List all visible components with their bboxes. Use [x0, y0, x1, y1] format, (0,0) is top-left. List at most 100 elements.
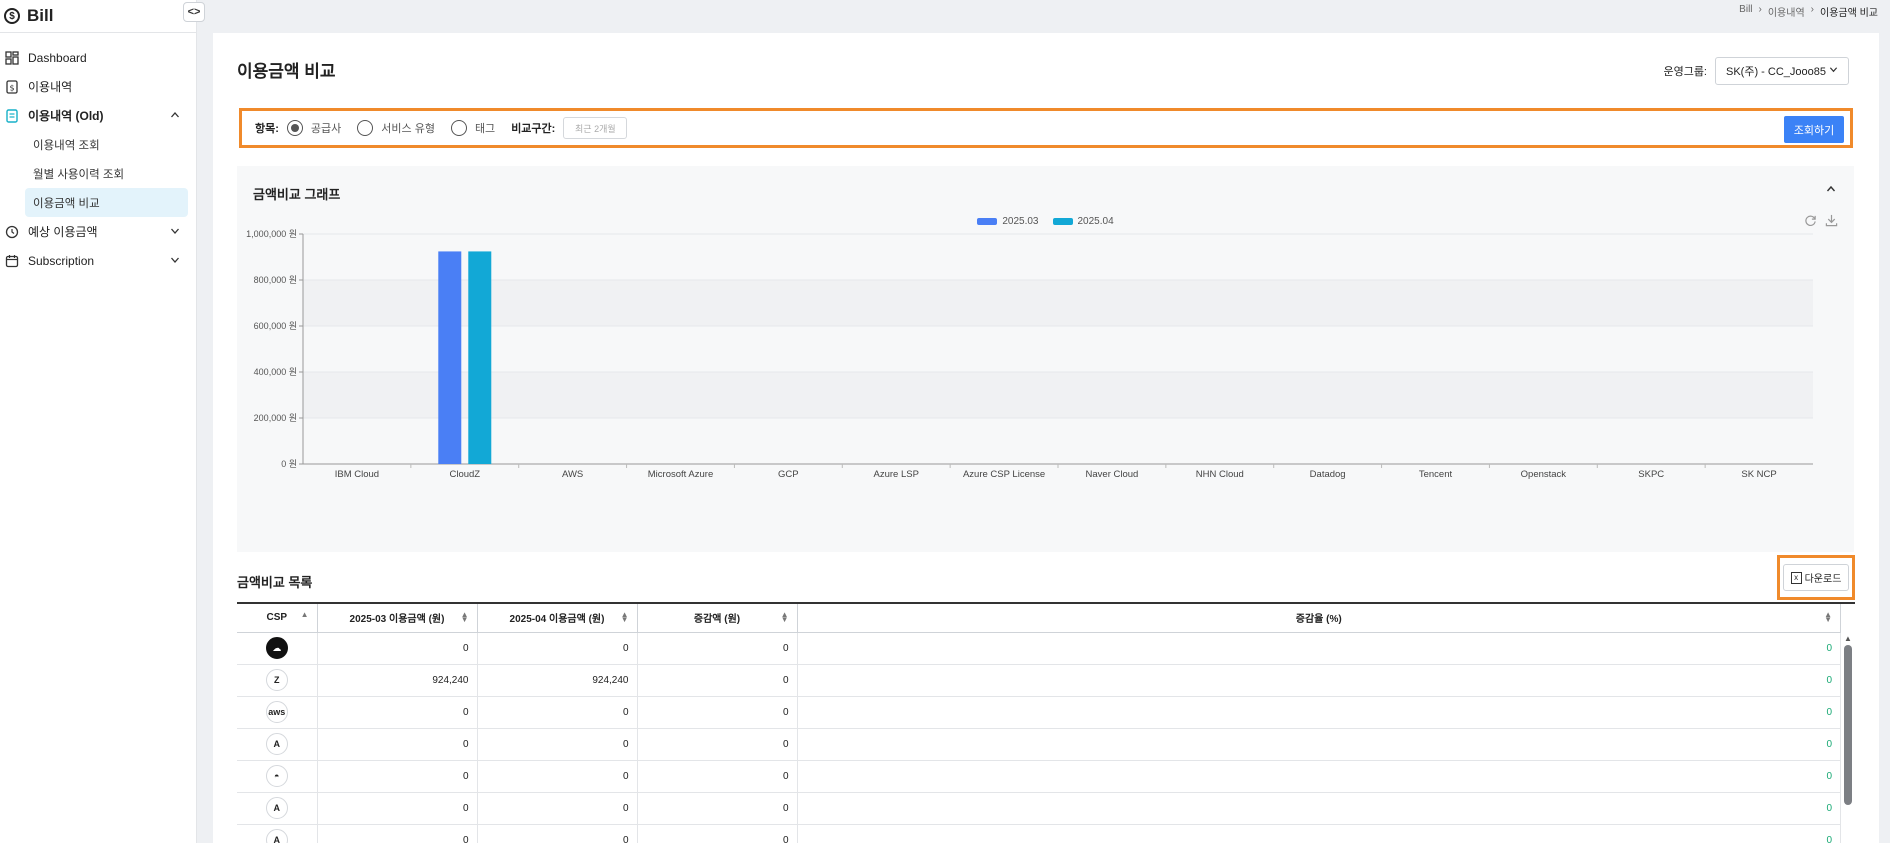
csp-cell: aws [237, 696, 318, 729]
chart-legend: 2025.03 2025.04 [237, 216, 1854, 227]
bar-2025-03[interactable] [438, 251, 462, 464]
radio-provider[interactable]: 공급사 [286, 120, 341, 136]
table-row[interactable]: ◓ 0 0 0 0 [237, 760, 1841, 793]
table-row[interactable]: A0000 [237, 728, 1841, 761]
column-header-diff[interactable]: 증감액 (원) ▲ ▼ [637, 604, 798, 633]
y-tick-label: 1,000,000 원 [246, 229, 297, 239]
scrollbar-thumb[interactable] [1844, 645, 1852, 805]
breadcrumb-item[interactable]: Bill [1739, 4, 1752, 19]
breadcrumb-current: 이용금액 비교 [1820, 8, 1878, 19]
sort-icon: ▲ ▼ [780, 610, 789, 624]
column-header-curr[interactable]: 2025-04 이용금액 (원) ▲ ▼ [477, 604, 638, 633]
radio-label: 서비스 유형 [381, 123, 435, 135]
group-select[interactable]: SK(주) - CC_Jooo85 [1715, 57, 1849, 85]
sidebar-item-usage[interactable]: $ 이용내역 [0, 72, 196, 101]
receipt-icon: $ [4, 79, 20, 95]
curr-amount-cell: 0 [477, 632, 638, 665]
sidebar-toggle-icon[interactable]: <> [183, 2, 205, 22]
column-header-label: 2025-04 이용금액 (원) [509, 614, 605, 626]
legend-item[interactable]: 2025.03 [977, 216, 1039, 227]
download-icon[interactable] [1825, 214, 1838, 232]
radio-service-type[interactable]: 서비스 유형 [357, 120, 435, 136]
diff-cell: 0 [637, 632, 798, 665]
sidebar-item-forecast[interactable]: 예상 이용금액 [0, 217, 196, 246]
group-select-value: SK(주) - CC_Jooo85 [1726, 66, 1826, 78]
main-panel: 이용금액 비교 운영그룹: SK(주) - CC_Jooo85 항목: 공급사 … [213, 33, 1879, 843]
legend-item[interactable]: 2025.04 [1052, 216, 1114, 227]
sidebar-item-subscription[interactable]: Subscription [0, 246, 196, 275]
refresh-icon[interactable] [1804, 214, 1817, 232]
excel-download-button[interactable]: x 다운로드 [1783, 564, 1849, 591]
diff-cell: 0 [637, 760, 798, 793]
diff-cell: 0 [637, 664, 798, 697]
x-tick-label: NHN Cloud [1196, 469, 1244, 480]
x-tick-label: Microsoft Azure [648, 469, 713, 480]
csp-cell: Z [237, 664, 318, 697]
table-row[interactable]: Z 924,240 924,240 0 0 [237, 664, 1841, 697]
grid-band [303, 280, 1813, 326]
sidebar-item-label: 예상 이용금액 [28, 225, 98, 239]
table-row[interactable]: aws 0 0 0 0 [237, 696, 1841, 729]
sidebar-item-label: Subscription [28, 253, 95, 268]
clock-icon [4, 224, 20, 240]
curr-amount-cell: 0 [477, 824, 638, 843]
x-tick-label: AWS [562, 469, 583, 480]
range-input[interactable]: 최근 2개월 [563, 117, 628, 139]
sort-asc-icon: ▲ [300, 610, 309, 619]
bar-2025-04[interactable] [468, 251, 492, 464]
ibm-cloud-icon: ☁ [265, 637, 288, 659]
sidebar-item-label: 이용내역 (Old) [28, 109, 104, 123]
azure-csp-icon: A [265, 829, 288, 843]
calendar-icon [4, 253, 20, 269]
y-tick-label: 200,000 원 [254, 413, 297, 423]
rate-cell: 0 [797, 696, 1841, 729]
search-button[interactable]: 조회하기 [1784, 116, 1844, 143]
sidebar-subitem-usage-search[interactable]: 이용내역 조회 [0, 130, 196, 159]
bill-logo-icon: $ [4, 8, 20, 24]
sidebar-subitem-monthly-history[interactable]: 월별 사용이력 조회 [0, 159, 196, 188]
azure-lsp-icon: A [265, 797, 288, 819]
column-header-rate[interactable]: 증감율 (%) ▲ ▼ [797, 604, 1841, 633]
item-label: 항목: [255, 123, 279, 135]
chart-title: 금액비교 그래프 [253, 187, 341, 202]
gcp-icon: ◓ [265, 765, 288, 787]
scroll-up-icon[interactable]: ▲ [1843, 634, 1853, 643]
download-label: 다운로드 [1804, 574, 1842, 585]
chevron-down-icon [1829, 65, 1838, 77]
sidebar-subitem-compare[interactable]: 이용금액 비교 [25, 188, 188, 217]
column-header-label: 증감율 (%) [1295, 614, 1342, 626]
breadcrumb-item[interactable]: 이용내역 [1768, 4, 1805, 19]
prev-amount-cell: 924,240 [317, 664, 478, 697]
breadcrumb-separator-icon: › [1758, 4, 1762, 15]
column-header-prev[interactable]: 2025-03 이용금액 (원) ▲ ▼ [317, 604, 478, 633]
radio-tag[interactable]: 태그 [450, 120, 495, 136]
prev-amount-cell: 0 [317, 632, 478, 665]
table-row[interactable]: A0000 [237, 824, 1841, 843]
table-row[interactable]: A0000 [237, 792, 1841, 825]
x-tick-label: Naver Cloud [1086, 469, 1139, 480]
diff-cell: 0 [637, 728, 798, 761]
group-selector: 운영그룹: SK(주) - CC_Jooo85 [1663, 57, 1849, 85]
rate-cell: 0 [797, 824, 1841, 843]
table-scrollbar[interactable]: ▲ [1843, 634, 1853, 843]
sidebar-item-dashboard[interactable]: Dashboard [0, 43, 196, 72]
x-tick-label: Azure CSP License [963, 469, 1045, 480]
rate-cell: 0 [797, 728, 1841, 761]
chevron-up-icon[interactable] [1826, 184, 1836, 197]
brand-name: Bill [27, 6, 54, 25]
column-header-csp[interactable]: CSP ▲ [237, 604, 318, 633]
curr-amount-cell: 0 [477, 792, 638, 825]
prev-amount-cell: 0 [317, 824, 478, 843]
document-icon [4, 108, 20, 124]
x-tick-label: Datadog [1310, 469, 1346, 480]
x-tick-label: Azure LSP [874, 469, 919, 480]
sidebar-item-usage-old[interactable]: 이용내역 (Old) [0, 101, 196, 130]
prev-amount-cell: 0 [317, 792, 478, 825]
csp-cell: ☁ [237, 632, 318, 665]
chart-tools [1804, 214, 1838, 232]
curr-amount-cell: 0 [477, 728, 638, 761]
x-tick-label: SKPC [1638, 469, 1664, 480]
table-row[interactable]: ☁ 0 0 0 0 [237, 632, 1841, 665]
prev-amount-cell: 0 [317, 760, 478, 793]
group-label: 운영그룹: [1663, 66, 1707, 78]
